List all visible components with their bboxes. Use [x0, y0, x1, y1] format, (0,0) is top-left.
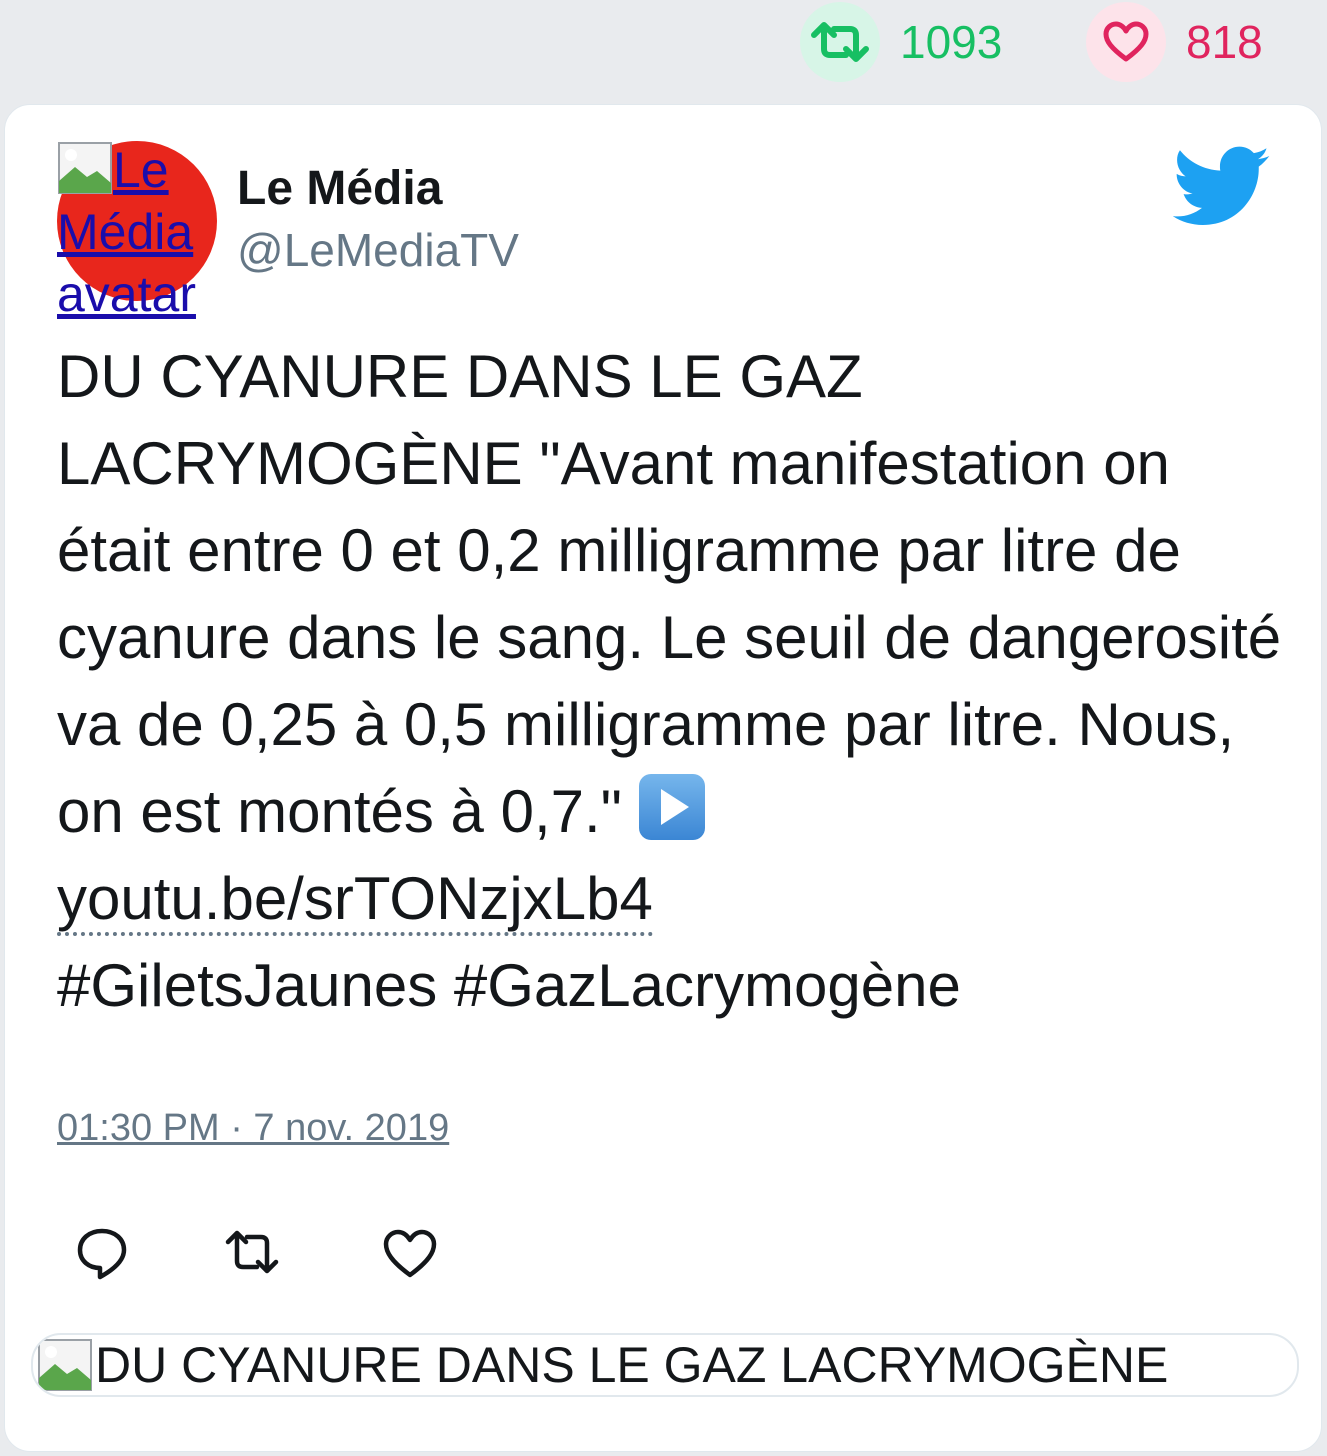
tweet-hashtags[interactable]: #GiletsJaunes #GazLacrymogène	[57, 952, 961, 1019]
retweet-icon[interactable]	[800, 2, 880, 82]
engagement-bar: 1093 818	[0, 0, 1327, 100]
avatar-link[interactable]: Le Média avatar	[57, 139, 227, 329]
tweet-link[interactable]: youtu.be/srTONzjxLb4	[57, 865, 653, 936]
media-preview[interactable]: DU CYANURE DANS LE GAZ LACRYMOGÈNE	[31, 1333, 1299, 1397]
like-count: 818	[1186, 16, 1263, 68]
retweet-icon[interactable]	[217, 1217, 287, 1287]
heart-icon[interactable]	[1086, 2, 1166, 82]
tweet-timestamp[interactable]: 01:30 PM · 7 nov. 2019	[57, 1107, 449, 1150]
avatar-alt-line: Le	[113, 142, 169, 198]
play-button-emoji	[638, 774, 705, 840]
avatar-alt-line: Média	[57, 204, 194, 260]
avatar-alt-text[interactable]: Le Média avatar	[57, 139, 222, 325]
media-alt-text: DU CYANURE DANS LE GAZ LACRYMOGÈNE	[95, 1337, 1169, 1393]
twitter-bird-icon[interactable]	[1173, 145, 1271, 229]
retweet-stat[interactable]: 1093	[800, 0, 1002, 84]
author-name[interactable]: Le Média	[237, 161, 442, 216]
author-handle[interactable]: @LeMediaTV	[237, 223, 519, 277]
heart-icon[interactable]	[375, 1217, 445, 1287]
broken-image-icon	[38, 1339, 92, 1391]
tweet-card: Le Média avatar Le Média @LeMediaTV DU C…	[4, 104, 1322, 1452]
like-stat[interactable]: 818	[1086, 0, 1263, 84]
avatar-alt-line: avatar	[57, 266, 196, 322]
reply-icon[interactable]	[67, 1217, 137, 1287]
tweet-text: DU CYANURE DANS LE GAZ LACRYMOGÈNE "Avan…	[57, 333, 1287, 1029]
retweet-count: 1093	[900, 16, 1003, 68]
tweet-body: DU CYANURE DANS LE GAZ LACRYMOGÈNE "Avan…	[57, 343, 1282, 845]
